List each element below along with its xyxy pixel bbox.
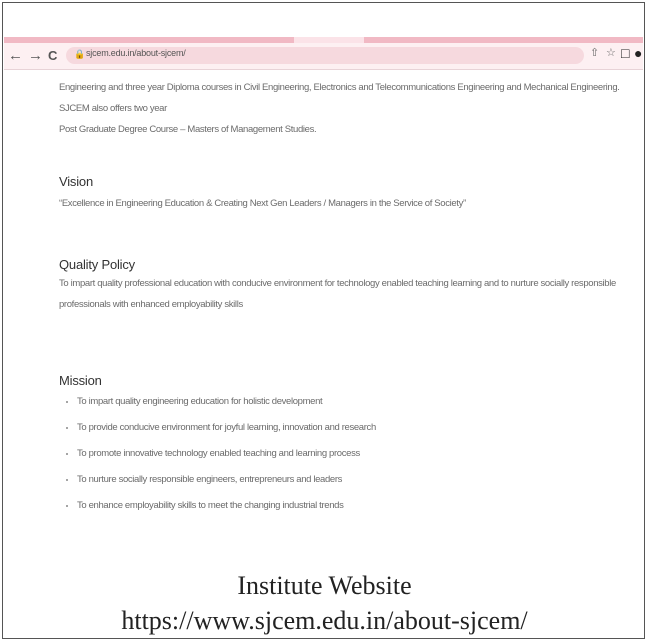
list-item: To nurture socially responsible engineer… — [77, 467, 376, 493]
list-item: To promote innovative technology enabled… — [77, 441, 376, 467]
share-icon[interactable]: ⇧ — [590, 46, 599, 59]
caption-url: https://www.sjcem.edu.in/about-sjcem/ — [121, 606, 528, 635]
forward-button[interactable]: → — [28, 47, 43, 65]
sidebar-icon[interactable]: □ — [621, 45, 629, 61]
page-content: Engineering and three year Diploma cours… — [59, 77, 631, 140]
vision-heading: Vision — [59, 174, 93, 189]
quality-policy-text: To impart quality professional education… — [59, 278, 616, 310]
caption-title: Institute Website — [237, 571, 412, 600]
quality-policy-heading: Quality Policy — [59, 257, 135, 272]
list-item: To provide conducive environment for joy… — [77, 415, 376, 441]
intro-line-1: Engineering and three year Diploma cours… — [59, 82, 620, 114]
address-bar[interactable]: 🔒 sjcem.edu.in/about-sjcem/ — [66, 47, 584, 64]
url-text: sjcem.edu.in/about-sjcem/ — [86, 48, 186, 58]
list-item: To impart quality engineering education … — [77, 389, 376, 415]
vision-text: “Excellence in Engineering Education & C… — [59, 198, 466, 209]
list-item: To enhance employability skills to meet … — [77, 493, 376, 519]
screenshot-frame: ← → C 🔒 sjcem.edu.in/about-sjcem/ ⇧ ☆ □ … — [2, 2, 645, 639]
lock-icon[interactable]: 🔒 — [74, 49, 85, 60]
browser-toolbar: ← → C 🔒 sjcem.edu.in/about-sjcem/ ⇧ ☆ □ … — [4, 43, 643, 70]
star-icon[interactable]: ☆ — [606, 46, 616, 59]
intro-line-2: Post Graduate Degree Course – Masters of… — [59, 124, 317, 135]
profile-icon[interactable]: ● — [634, 45, 642, 61]
back-button[interactable]: ← — [8, 47, 23, 65]
reload-button[interactable]: C — [48, 47, 57, 65]
mission-heading: Mission — [59, 373, 102, 388]
mission-list: To impart quality engineering education … — [59, 389, 376, 519]
